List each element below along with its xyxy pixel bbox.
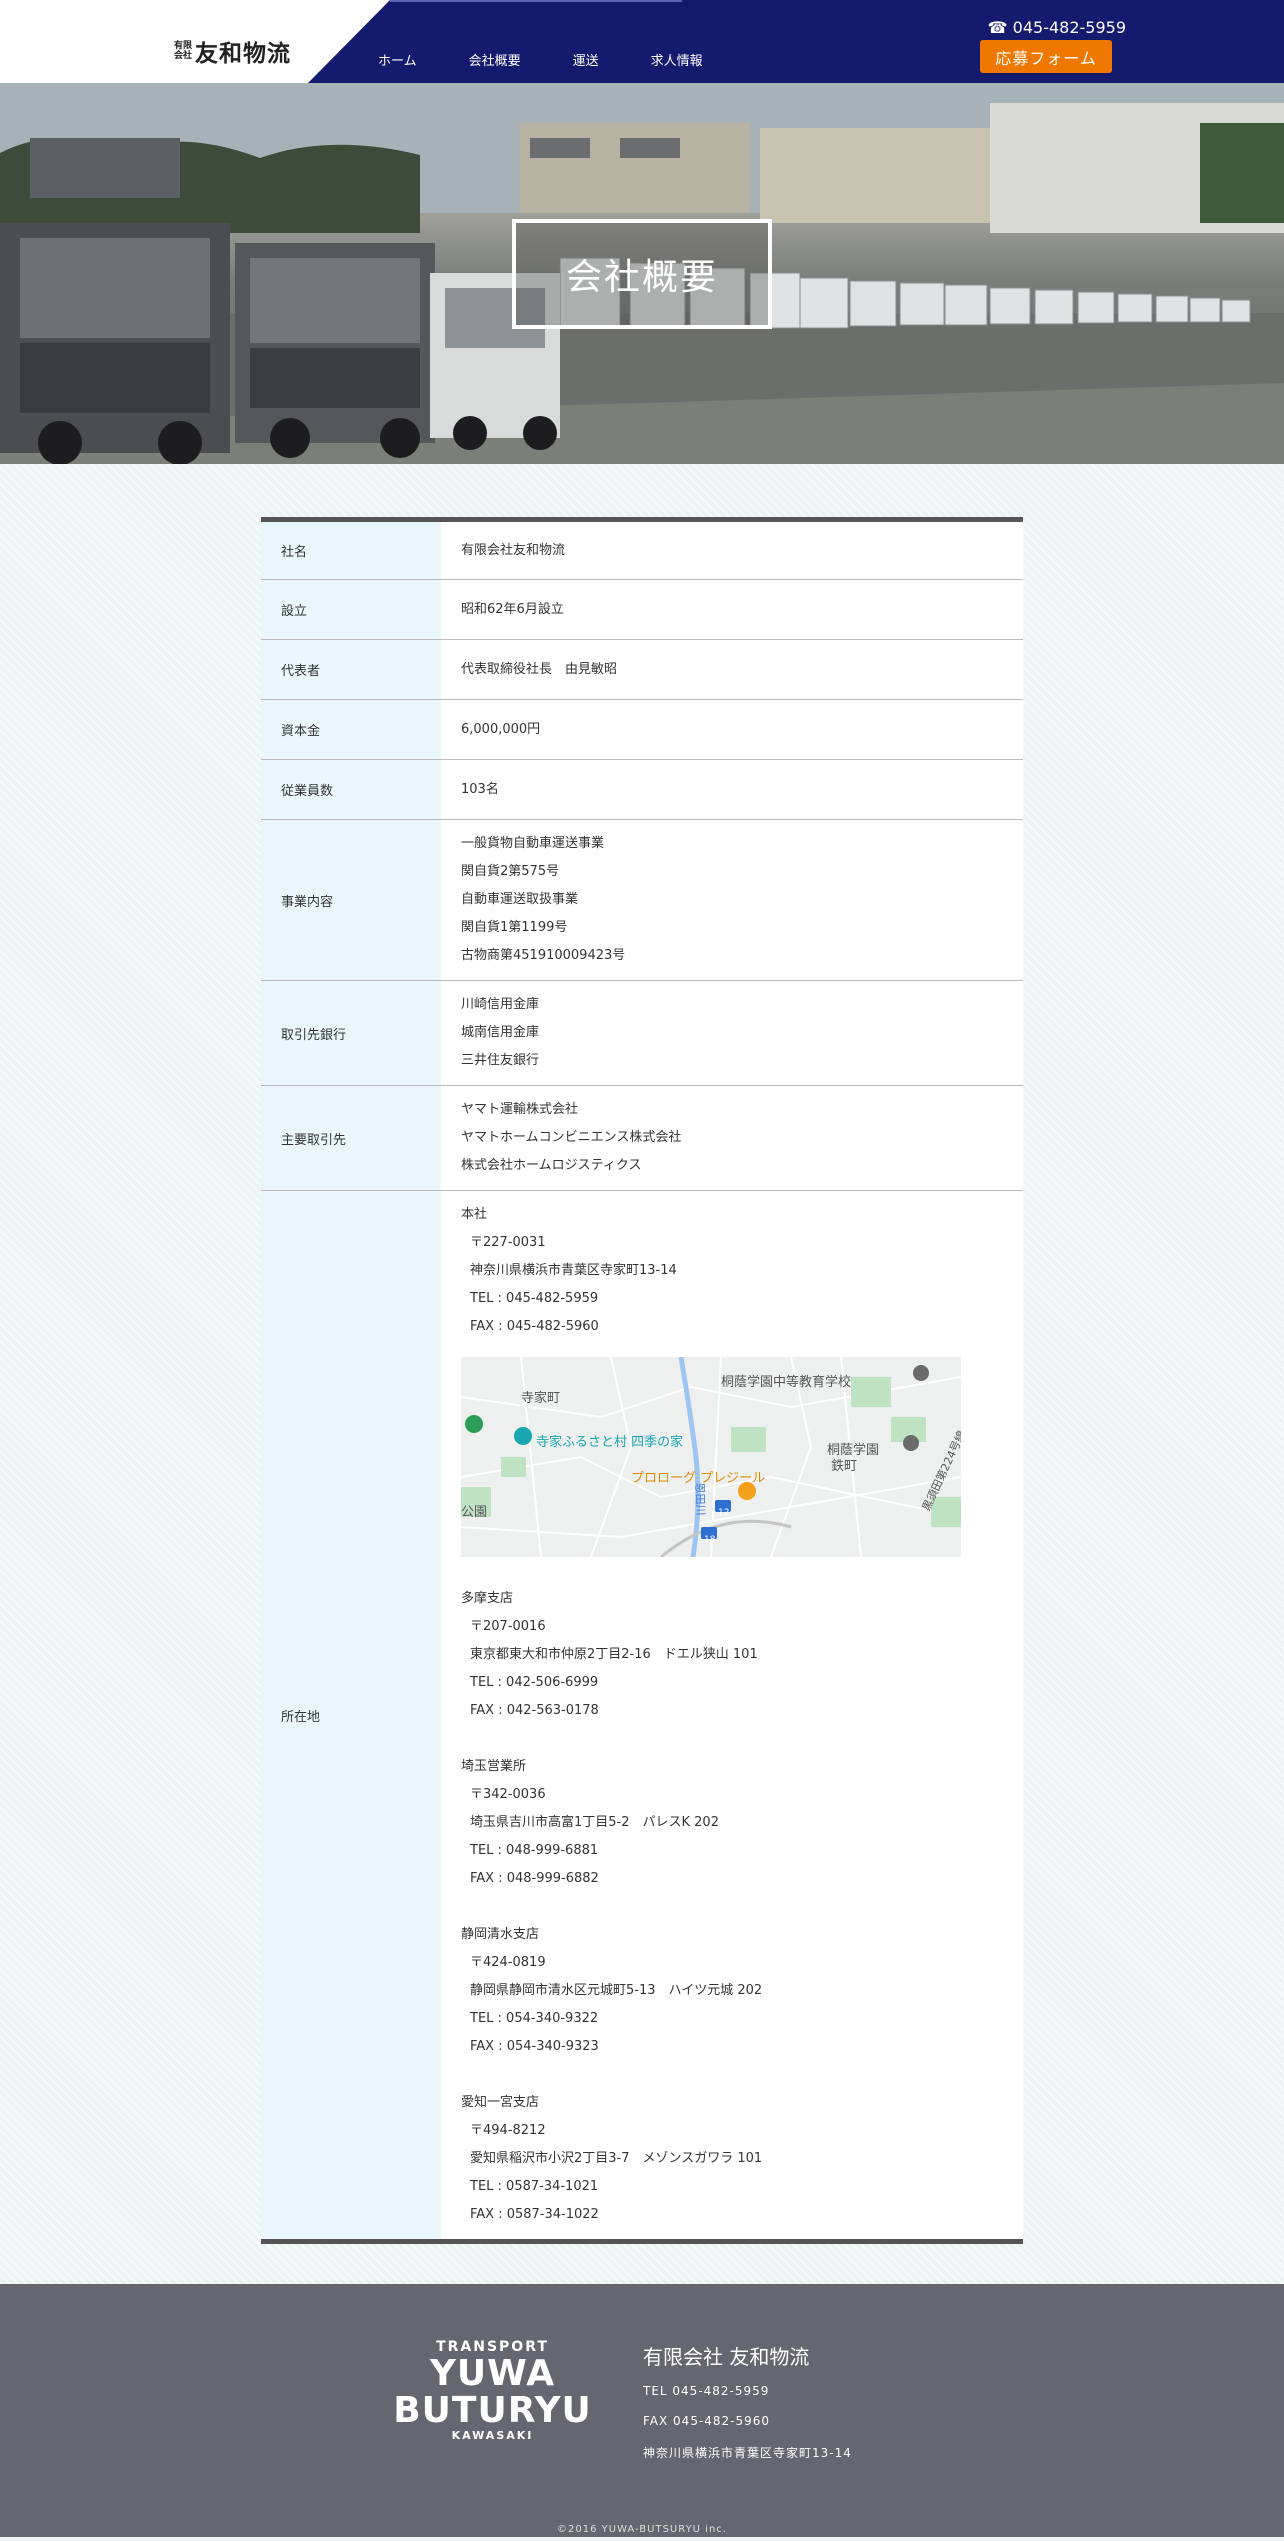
office-name: 愛知一宮支店 xyxy=(461,2095,540,2110)
office-zip: 〒342-0036 xyxy=(470,1787,546,1802)
row-label: 所在地 xyxy=(261,1190,441,2242)
header-navy-band xyxy=(308,0,1284,83)
office-zip: 〒424-0819 xyxy=(470,1955,546,1970)
logo-name: 友和物流 xyxy=(195,41,292,67)
row-label: 資本金 xyxy=(261,699,441,760)
office-address: 東京都東大和市仲原2丁目2-16 ドエル狭山 101 xyxy=(470,1647,758,1662)
office-tel: TEL : 054-340-9322 xyxy=(470,2011,599,2026)
company-profile-section: 社名 有限会社友和物流 設立 昭和62年6月設立 代表者 代表取締役社長 由見敏… xyxy=(0,464,1284,2284)
map-label: 恩田川 xyxy=(692,1482,708,1516)
office-fax: FAX : 0587-34-1022 xyxy=(470,2207,599,2222)
map-label: 寺家ふるさと村 四季の家 xyxy=(536,1435,684,1450)
map-label: 寺家町 xyxy=(521,1391,561,1406)
office-address: 愛知県稲沢市小沢2丁目3-7 メゾンスガワラ 101 xyxy=(470,2151,763,2166)
logo-company-type: 有限 会社 xyxy=(174,41,193,61)
hq-map[interactable]: 桐蔭学園中等教育学校 寺家町 寺家ふるさと村 四季の家 桐蔭学園 鉄町 プロロー… xyxy=(461,1357,961,1557)
footer-company-name: 有限会社 友和物流 xyxy=(643,2345,810,2369)
row-value: 川崎信用金庫 城南信用金庫 三井住友銀行 xyxy=(441,980,1023,1086)
company-info-table: 社名 有限会社友和物流 設立 昭和62年6月設立 代表者 代表取締役社長 由見敏… xyxy=(261,517,1023,2244)
row-label: 主要取引先 xyxy=(261,1085,441,1191)
table-row-company: 社名 有限会社友和物流 xyxy=(261,519,1023,580)
row-value: 6,000,000円 xyxy=(441,699,1023,760)
table-row-employees: 従業員数 103名 xyxy=(261,759,1023,820)
office-fax: FAX : 048-999-6882 xyxy=(470,1871,599,1886)
office-address: 神奈川県横浜市青葉区寺家町13-14 xyxy=(470,1263,677,1278)
office-zip: 〒227-0031 xyxy=(470,1235,546,1250)
nav-home[interactable]: ホーム xyxy=(378,50,417,69)
row-label: 社名 xyxy=(261,519,441,580)
row-value: 有限会社友和物流 xyxy=(441,519,1023,580)
office-name: 本社 xyxy=(461,1207,488,1222)
row-label: 代表者 xyxy=(261,639,441,700)
nav-recruit[interactable]: 求人情報 xyxy=(651,50,703,69)
office-fax: FAX : 042-563-0178 xyxy=(470,1703,599,1718)
footer-tel: TEL 045-482-5959 xyxy=(643,2384,770,2398)
office-tel: TEL : 045-482-5959 xyxy=(470,1291,599,1306)
office-name: 多摩支店 xyxy=(461,1591,514,1606)
map-label: 鉄町 xyxy=(831,1459,858,1474)
table-row-capital: 資本金 6,000,000円 xyxy=(261,699,1023,760)
table-row-locations: 所在地 本社 〒227-0031 神奈川県横浜市青葉区寺家町13-14 TEL … xyxy=(261,1190,1023,2242)
footer-company-info: 有限会社 友和物流 TEL 045-482-5959 FAX 045-482-5… xyxy=(643,2341,852,2477)
row-label: 取引先銀行 xyxy=(261,980,441,1086)
office-name: 埼玉営業所 xyxy=(461,1759,527,1774)
hero-banner: 会社概要 xyxy=(0,83,1284,464)
footer-fax: FAX 045-482-5960 xyxy=(643,2414,771,2428)
nav-transport[interactable]: 運送 xyxy=(573,50,599,69)
office-address: 静岡県静岡市清水区元城町5-13 ハイツ元城 202 xyxy=(470,1983,763,1998)
table-row-banks: 取引先銀行 川崎信用金庫 城南信用金庫 三井住友銀行 xyxy=(261,980,1023,1086)
map-route-badge: 12 xyxy=(718,1508,730,1518)
footer-logo[interactable]: TRANSPORT YUWA BUTURYU KAWASAKI xyxy=(390,2339,595,2442)
row-value: 代表取締役社長 由見敏昭 xyxy=(441,639,1023,700)
office-fax: FAX : 045-482-5960 xyxy=(470,1319,599,1334)
office-tel: TEL : 048-999-6881 xyxy=(470,1843,599,1858)
row-value: 103名 xyxy=(441,759,1023,820)
row-value: 一般貨物自動車運送事業 関自貨2第575号 自動車運送取扱事業 関自貨1第119… xyxy=(441,819,1023,981)
table-row-clients: 主要取引先 ヤマト運輸株式会社 ヤマトホームコンビニエンス株式会社 株式会社ホー… xyxy=(261,1085,1023,1191)
office-tel: TEL : 0587-34-1021 xyxy=(470,2179,599,2194)
table-row-founded: 設立 昭和62年6月設立 xyxy=(261,579,1023,640)
map-label: 桐蔭学園中等教育学校 xyxy=(721,1375,852,1390)
office-address: 埼玉県吉川市高富1丁目5-2 パレスK 202 xyxy=(470,1815,719,1830)
copyright: ©2016 YUWA-BUTSURYU inc. xyxy=(557,2524,727,2535)
nav-company[interactable]: 会社概要 xyxy=(469,50,521,69)
office-fax: FAX : 054-340-9323 xyxy=(470,2039,599,2054)
office-zip: 〒207-0016 xyxy=(470,1619,546,1634)
row-value: 昭和62年6月設立 xyxy=(441,579,1023,640)
main-nav: ホーム 会社概要 運送 求人情報 xyxy=(378,50,755,69)
table-row-business: 事業内容 一般貨物自動車運送事業 関自貨2第575号 自動車運送取扱事業 関自貨… xyxy=(261,819,1023,981)
row-value: 本社 〒227-0031 神奈川県横浜市青葉区寺家町13-14 TEL : 04… xyxy=(441,1190,1023,2242)
row-label: 設立 xyxy=(261,579,441,640)
office-zip: 〒494-8212 xyxy=(470,2123,546,2138)
site-header: 有限 会社 友和物流 ホーム 会社概要 運送 求人情報 ☎ 045-482-59… xyxy=(0,0,1284,83)
map-route-badge: 18 xyxy=(704,1535,716,1545)
page-title: 会社概要 xyxy=(512,219,772,329)
header-accent-line xyxy=(390,0,682,2)
footer-address: 神奈川県横浜市青葉区寺家町13-14 xyxy=(643,2446,852,2460)
office-name: 静岡清水支店 xyxy=(461,1927,540,1942)
map-label: 公園 xyxy=(461,1505,488,1520)
site-logo[interactable]: 有限 会社 友和物流 xyxy=(174,34,291,68)
table-row-representative: 代表者 代表取締役社長 由見敏昭 xyxy=(261,639,1023,700)
row-value: ヤマト運輸株式会社 ヤマトホームコンビニエンス株式会社 株式会社ホームロジスティ… xyxy=(441,1085,1023,1191)
apply-form-button[interactable]: 応募フォーム xyxy=(980,40,1112,73)
site-footer: TRANSPORT YUWA BUTURYU KAWASAKI 有限会社 友和物… xyxy=(0,2284,1284,2537)
office-tel: TEL : 042-506-6999 xyxy=(470,1675,599,1690)
header-phone[interactable]: ☎ 045-482-5959 xyxy=(988,18,1126,37)
row-label: 事業内容 xyxy=(261,819,441,981)
row-label: 従業員数 xyxy=(261,759,441,820)
